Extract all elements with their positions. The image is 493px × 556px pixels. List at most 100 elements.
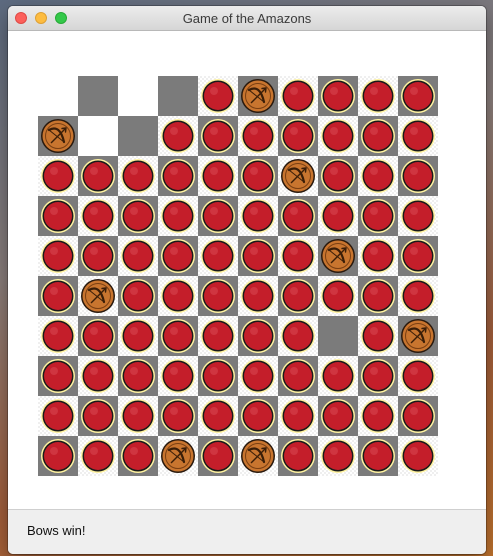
board-square[interactable] [318,316,358,356]
board-square[interactable] [238,236,278,276]
board-square[interactable] [158,396,198,436]
board-square[interactable] [158,156,198,196]
board-square[interactable] [238,156,278,196]
board-square[interactable] [158,116,198,156]
board-square[interactable] [278,196,318,236]
board-square[interactable] [198,196,238,236]
board-square[interactable] [158,196,198,236]
board-square[interactable] [318,196,358,236]
board-square[interactable] [118,76,158,116]
board-square[interactable] [238,76,278,116]
board-square[interactable] [38,116,78,156]
board-square[interactable] [118,156,158,196]
board-square[interactable] [38,156,78,196]
board-square[interactable] [318,396,358,436]
board-square[interactable] [78,276,118,316]
board-square[interactable] [198,76,238,116]
board-square[interactable] [38,196,78,236]
board-square[interactable] [118,276,158,316]
board-square[interactable] [38,276,78,316]
board-square[interactable] [78,396,118,436]
board-square[interactable] [118,396,158,436]
board-square[interactable] [358,236,398,276]
board-square[interactable] [358,316,398,356]
board-square[interactable] [78,356,118,396]
board-square[interactable] [278,156,318,196]
board-square[interactable] [238,396,278,436]
board-square[interactable] [118,196,158,236]
board-square[interactable] [158,76,198,116]
board-square[interactable] [78,316,118,356]
board-square[interactable] [78,436,118,476]
board-square[interactable] [38,356,78,396]
board-square[interactable] [78,116,118,156]
board-square[interactable] [38,76,78,116]
board-square[interactable] [278,236,318,276]
board-square[interactable] [238,436,278,476]
board-square[interactable] [318,76,358,116]
board-square[interactable] [398,396,438,436]
board-square[interactable] [278,76,318,116]
board-square[interactable] [38,396,78,436]
board-square[interactable] [198,436,238,476]
board-square[interactable] [278,436,318,476]
board-square[interactable] [78,236,118,276]
board-square[interactable] [398,116,438,156]
board-square[interactable] [358,436,398,476]
board-square[interactable] [358,156,398,196]
board-square[interactable] [398,356,438,396]
board-square[interactable] [278,396,318,436]
board-square[interactable] [398,156,438,196]
board-square[interactable] [198,396,238,436]
board-square[interactable] [78,156,118,196]
board-square[interactable] [118,116,158,156]
board-square[interactable] [278,316,318,356]
board-square[interactable] [38,316,78,356]
board-square[interactable] [318,236,358,276]
board-square[interactable] [398,76,438,116]
board-square[interactable] [398,276,438,316]
board-square[interactable] [78,76,118,116]
board-square[interactable] [198,156,238,196]
board-square[interactable] [318,436,358,476]
board-square[interactable] [198,236,238,276]
board-square[interactable] [238,316,278,356]
board-square[interactable] [238,356,278,396]
board-square[interactable] [238,116,278,156]
board-square[interactable] [238,196,278,236]
board-square[interactable] [198,356,238,396]
board-square[interactable] [358,276,398,316]
board-square[interactable] [278,356,318,396]
board-square[interactable] [118,436,158,476]
board-square[interactable] [38,236,78,276]
board-square[interactable] [238,276,278,316]
board-square[interactable] [318,356,358,396]
board-square[interactable] [318,276,358,316]
board-square[interactable] [158,276,198,316]
board-square[interactable] [158,436,198,476]
board-square[interactable] [118,236,158,276]
board-square[interactable] [78,196,118,236]
board-square[interactable] [398,196,438,236]
board-square[interactable] [358,76,398,116]
board-square[interactable] [358,116,398,156]
board-square[interactable] [198,116,238,156]
board-square[interactable] [318,116,358,156]
board-square[interactable] [398,436,438,476]
board-square[interactable] [118,316,158,356]
board-square[interactable] [398,236,438,276]
board-square[interactable] [278,276,318,316]
board-square[interactable] [198,316,238,356]
board-square[interactable] [158,356,198,396]
board-square[interactable] [38,436,78,476]
board-square[interactable] [358,356,398,396]
board-square[interactable] [158,236,198,276]
board-square[interactable] [358,196,398,236]
board-square[interactable] [158,316,198,356]
board-square[interactable] [318,156,358,196]
board-square[interactable] [398,316,438,356]
board-square[interactable] [358,396,398,436]
board-square[interactable] [118,356,158,396]
board-square[interactable] [278,116,318,156]
board-square[interactable] [198,276,238,316]
